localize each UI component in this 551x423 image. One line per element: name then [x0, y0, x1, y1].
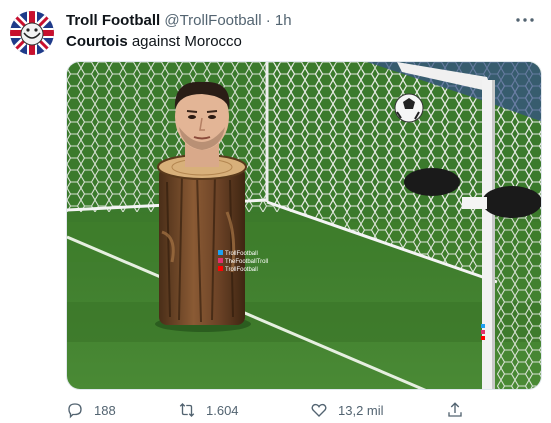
watermark-line-3: TrollFootball	[225, 267, 258, 273]
retweet-button[interactable]: 1.604	[178, 398, 239, 422]
watermark-line-2: TheFootballTroll	[225, 259, 268, 265]
more-options-button[interactable]	[513, 8, 537, 32]
tweet[interactable]: Troll Football @TrollFootball · 1h Court…	[0, 0, 551, 423]
tweet-header: Troll Football @TrollFootball · 1h	[66, 12, 292, 30]
tweet-time[interactable]: 1h	[275, 12, 292, 29]
watermark-line-1: TrollFootball	[225, 251, 258, 257]
reply-button[interactable]: 188	[66, 398, 116, 422]
like-icon	[311, 403, 327, 417]
author-name[interactable]: Troll Football	[66, 12, 160, 29]
avatar-union-jack-icon	[10, 11, 54, 55]
reply-count: 188	[94, 402, 116, 418]
tweet-actions: 188 1.604 13,2 mil	[66, 398, 486, 422]
separator: ·	[265, 12, 271, 29]
tweet-text: Courtois against Morocco	[66, 33, 242, 51]
share-button[interactable]	[446, 398, 474, 422]
share-icon	[448, 402, 462, 417]
retweet-count: 1.604	[206, 402, 239, 418]
tweet-text-rest: against Morocco	[127, 33, 242, 50]
more-icon	[516, 18, 534, 22]
like-button[interactable]: 13,2 mil	[310, 398, 384, 422]
author-handle[interactable]: @TrollFootball	[164, 12, 261, 29]
retweet-icon	[179, 403, 195, 417]
tweet-text-bold: Courtois	[66, 33, 128, 50]
meme-image: TrollFootball TheFootballTroll TrollFoot…	[67, 62, 541, 389]
avatar[interactable]	[10, 11, 54, 55]
tweet-image[interactable]: TrollFootball TheFootballTroll TrollFoot…	[66, 61, 542, 390]
reply-icon	[68, 403, 82, 419]
like-count: 13,2 mil	[338, 402, 384, 418]
